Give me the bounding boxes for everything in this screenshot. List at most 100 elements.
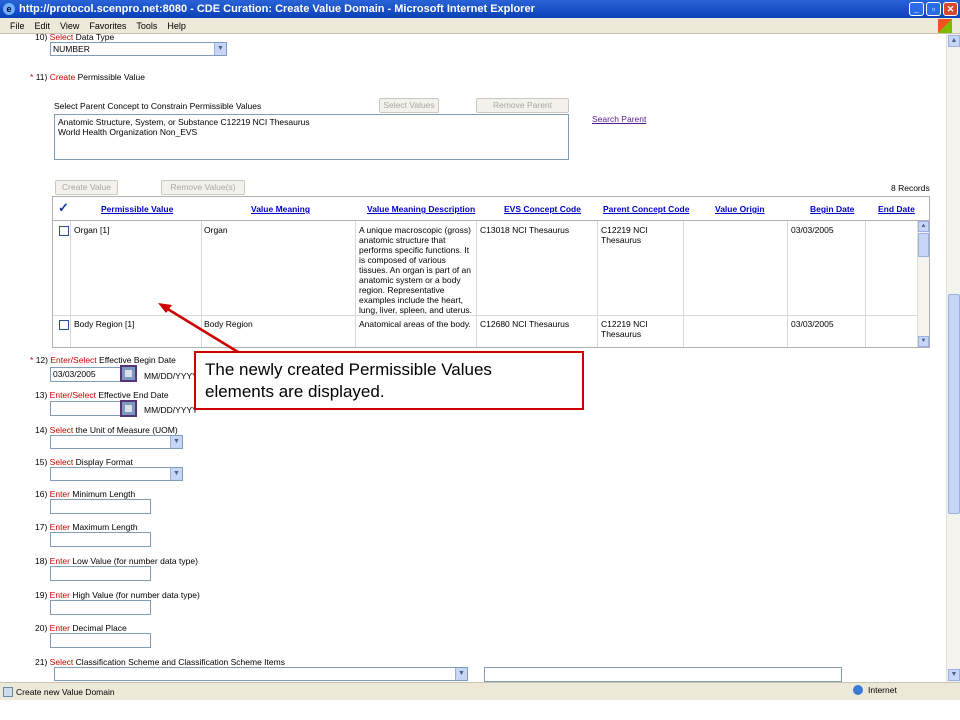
- menu-view[interactable]: View: [60, 21, 79, 31]
- table-row[interactable]: Organ [1] Organ A unique macroscopic (gr…: [53, 221, 919, 315]
- end-date-input[interactable]: [50, 401, 122, 416]
- menu-tools[interactable]: Tools: [136, 21, 157, 31]
- annotation-callout: The newly created Permissible Values ele…: [194, 351, 584, 410]
- begin-date-input[interactable]: 03/03/2005: [50, 367, 122, 382]
- search-parent-link[interactable]: Search Parent: [592, 114, 646, 124]
- table-header: ✓ Permissible Value Value Meaning Value …: [53, 197, 929, 221]
- minimum-length-input[interactable]: [50, 499, 151, 514]
- callout-line: elements are displayed.: [205, 382, 385, 401]
- maximize-button[interactable]: ▫: [926, 2, 941, 16]
- item10-label: 10) Select Data Type: [35, 34, 115, 42]
- globe-icon: [853, 685, 863, 695]
- cell-parent-concept-code: C12219 NCI Thesaurus: [601, 319, 648, 339]
- item15-label: 15) Select Display Format: [35, 457, 133, 467]
- item21-label: 21) Select Classification Scheme and Cla…: [35, 657, 285, 667]
- decimal-place-input[interactable]: [50, 633, 151, 648]
- minimize-button[interactable]: _: [909, 2, 924, 16]
- scroll-down-icon[interactable]: ▼: [948, 669, 960, 681]
- status-text: Create new Value Domain: [16, 686, 115, 697]
- cell-permissible-value: Body Region [1]: [74, 319, 135, 329]
- item17-label: 17) Enter Maximum Length: [35, 522, 138, 532]
- callout-line: The newly created Permissible Values: [205, 360, 492, 379]
- cell-begin-date: 03/03/2005: [791, 225, 834, 235]
- calendar-icon[interactable]: [120, 365, 137, 382]
- header-value-meaning[interactable]: Value Meaning: [251, 204, 310, 214]
- remove-parent-button[interactable]: Remove Parent: [476, 98, 569, 113]
- menu-help[interactable]: Help: [167, 21, 186, 31]
- select-all-checkmark-icon[interactable]: ✓: [58, 200, 69, 216]
- cell-evs-concept-code: C13018 NCI Thesaurus: [480, 225, 570, 235]
- cell-evs-concept-code: C12680 NCI Thesaurus: [480, 319, 570, 329]
- bottom-strip: [0, 700, 960, 720]
- header-evs-concept-code[interactable]: EVS Concept Code: [504, 204, 581, 214]
- chevron-down-icon: ▼: [214, 43, 226, 55]
- cell-value-meaning: Organ: [204, 225, 228, 235]
- low-value-input[interactable]: [50, 566, 151, 581]
- maximum-length-input[interactable]: [50, 532, 151, 547]
- table-scroll-thumb[interactable]: [918, 233, 929, 257]
- select-values-button[interactable]: Select Values: [379, 98, 439, 113]
- chevron-down-icon: ▼: [170, 436, 182, 448]
- begin-date-format: MM/DD/YYYY: [144, 371, 198, 381]
- menu-edit[interactable]: Edit: [35, 21, 51, 31]
- parent-concept-prompt: Select Parent Concept to Constrain Permi…: [54, 101, 262, 111]
- item19-label: 19) Enter High Value (for number data ty…: [35, 590, 200, 600]
- cell-value-meaning-description: A unique macroscopic (gross) anatomic st…: [359, 225, 472, 315]
- header-begin-date[interactable]: Begin Date: [810, 204, 854, 214]
- item11-label: * 11) Create Permissible Value: [30, 72, 146, 82]
- close-button[interactable]: ✕: [943, 2, 958, 16]
- menu-favorites[interactable]: Favorites: [89, 21, 126, 31]
- data-type-select[interactable]: NUMBER ▼: [50, 42, 227, 56]
- menu-bar: File Edit View Favorites Tools Help: [0, 18, 960, 34]
- parent-concept-item[interactable]: World Health Organization Non_EVS: [58, 127, 565, 137]
- display-format-select[interactable]: ▼: [50, 467, 183, 481]
- header-value-meaning-description[interactable]: Value Meaning Description: [367, 204, 475, 214]
- scroll-down-icon[interactable]: ▼: [918, 336, 929, 347]
- row-checkbox[interactable]: [59, 320, 69, 330]
- item14-label: 14) Select the Unit of Measure (UOM): [35, 425, 178, 435]
- cell-value-meaning-description: Anatomical areas of the body.: [359, 319, 471, 329]
- scroll-up-icon[interactable]: ▲: [948, 35, 960, 47]
- page-scrollbar[interactable]: ▲ ▼: [946, 34, 960, 682]
- header-end-date[interactable]: End Date: [878, 204, 915, 214]
- item13-label: 13) Enter/Select Effective End Date: [35, 390, 169, 400]
- uom-select[interactable]: ▼: [50, 435, 183, 449]
- cell-permissible-value: Organ [1]: [74, 225, 110, 235]
- item20-label: 20) Enter Decimal Place: [35, 623, 127, 633]
- item18-label: 18) Enter Low Value (for number data typ…: [35, 556, 198, 566]
- cell-parent-concept-code: C12219 NCI Thesaurus: [601, 225, 648, 245]
- data-type-value: NUMBER: [53, 44, 90, 54]
- header-parent-concept-code[interactable]: Parent Concept Code: [603, 204, 689, 214]
- menu-file[interactable]: File: [10, 21, 25, 31]
- cell-begin-date: 03/03/2005: [791, 319, 834, 329]
- records-count: 8 Records: [891, 183, 930, 193]
- high-value-input[interactable]: [50, 600, 151, 615]
- window-title: http://protocol.scenpro.net:8080 - CDE C…: [19, 3, 535, 15]
- header-permissible-value[interactable]: Permissible Value: [101, 204, 173, 214]
- chevron-down-icon: ▼: [170, 468, 182, 480]
- end-date-format: MM/DD/YYYY: [144, 405, 198, 415]
- calendar-icon[interactable]: [120, 400, 137, 417]
- row-checkbox[interactable]: [59, 226, 69, 236]
- cell-value-meaning: Body Region: [204, 319, 253, 329]
- status-bar: Create new Value Domain Internet: [0, 682, 960, 700]
- create-value-button[interactable]: Create Value: [55, 180, 118, 195]
- window-title-bar: e http://protocol.scenpro.net:8080 - CDE…: [0, 0, 960, 18]
- remove-values-button[interactable]: Remove Value(s): [161, 180, 245, 195]
- zone-label: Internet: [868, 685, 897, 695]
- page-scroll-thumb[interactable]: [948, 294, 960, 514]
- classification-scheme-select[interactable]: ▼: [54, 667, 468, 681]
- item12-label: * 12) Enter/Select Effective Begin Date: [30, 355, 176, 365]
- table-row[interactable]: Body Region [1] Body Region Anatomical a…: [53, 315, 919, 347]
- table-scrollbar[interactable]: ▲ ▼: [917, 221, 929, 347]
- scroll-up-icon[interactable]: ▲: [918, 221, 929, 232]
- permissible-values-table: ✓ Permissible Value Value Meaning Value …: [52, 196, 930, 348]
- item16-label: 16) Enter Minimum Length: [35, 489, 136, 499]
- chevron-down-icon: ▼: [455, 668, 467, 680]
- security-zone: Internet: [853, 685, 897, 695]
- ie-icon: e: [3, 3, 15, 15]
- parent-concept-item[interactable]: Anatomic Structure, System, or Substance…: [58, 117, 565, 127]
- header-value-origin[interactable]: Value Origin: [715, 204, 765, 214]
- parent-concept-list[interactable]: Anatomic Structure, System, or Substance…: [54, 114, 569, 160]
- classification-scheme-items-box[interactable]: [484, 667, 842, 682]
